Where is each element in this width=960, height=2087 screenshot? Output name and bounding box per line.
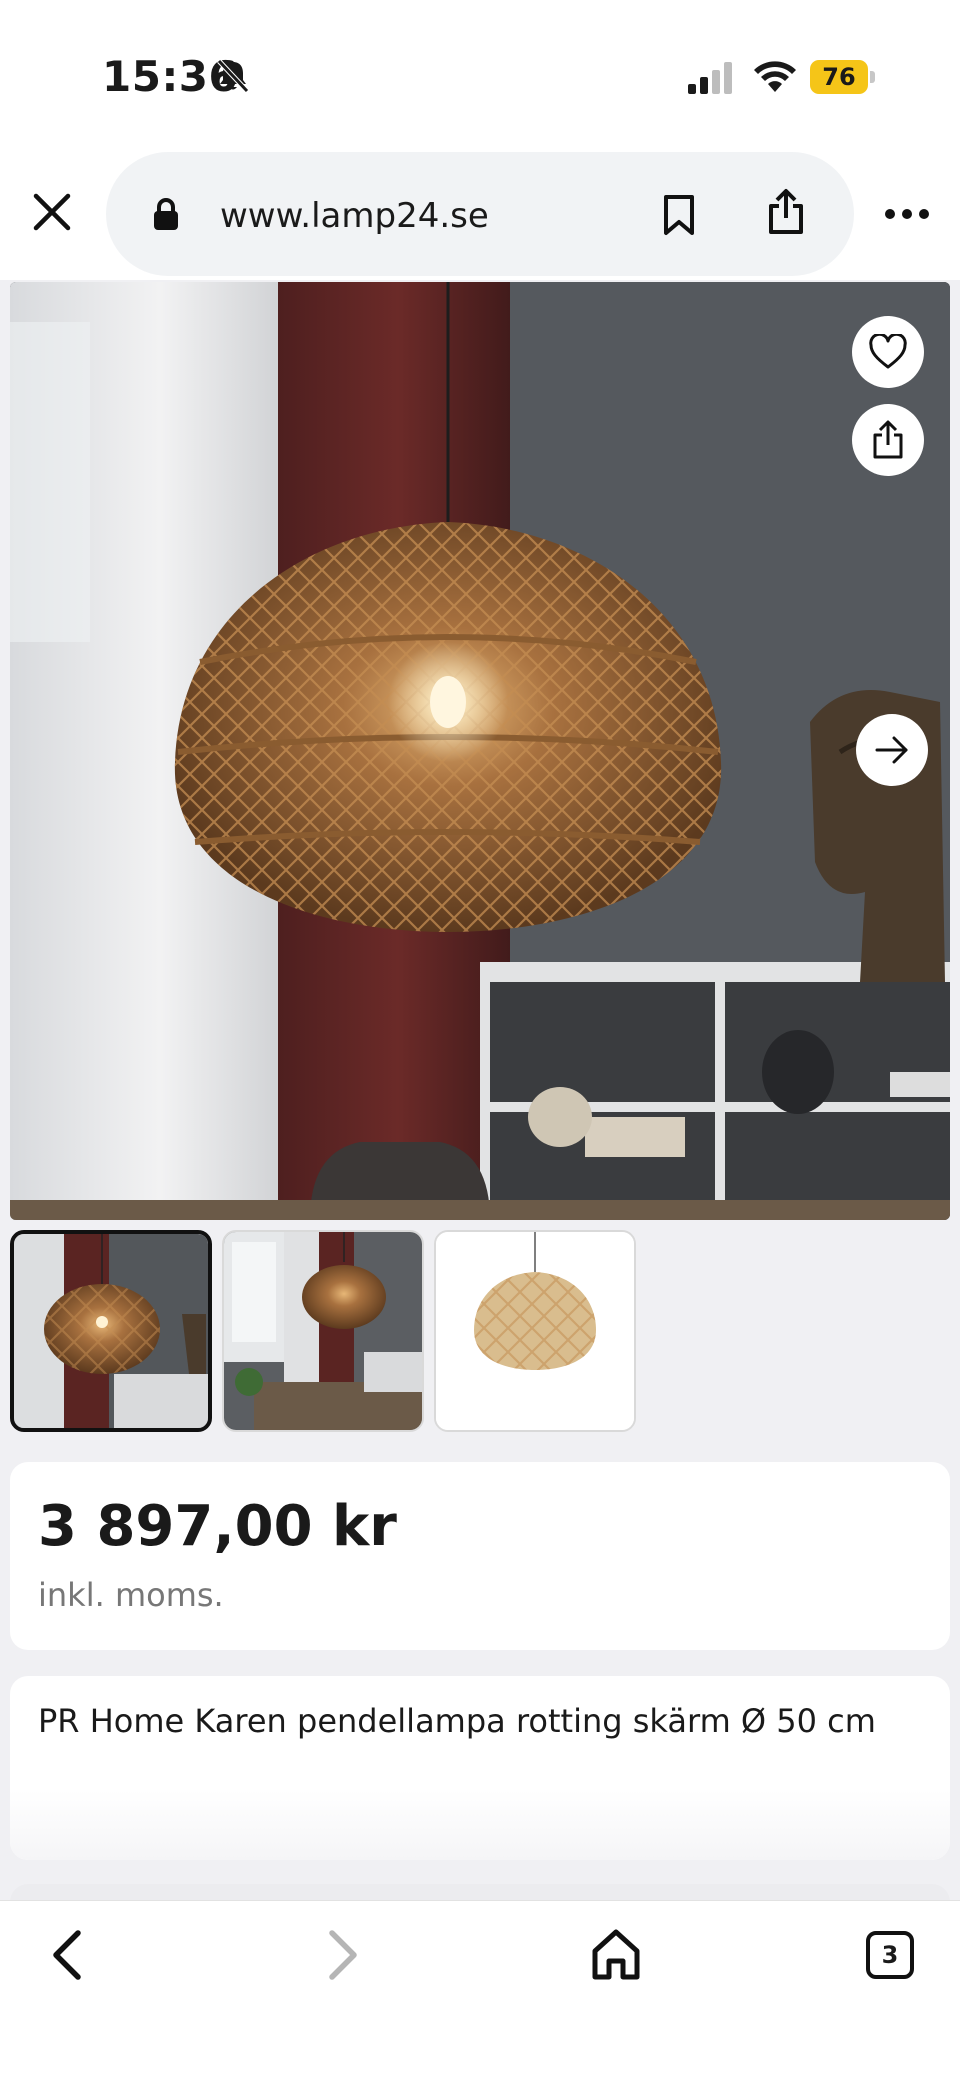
thumbnail-1[interactable] xyxy=(10,1230,212,1432)
browser-toolbar: www.lamp24.se xyxy=(0,150,960,280)
favorite-button[interactable] xyxy=(852,316,924,388)
share-product-button[interactable] xyxy=(852,404,924,476)
product-photo xyxy=(10,282,950,1220)
more-icon[interactable] xyxy=(884,204,930,224)
thumbnail-2[interactable] xyxy=(222,1230,424,1432)
share-icon[interactable] xyxy=(766,188,806,236)
battery-level: 76 xyxy=(810,60,868,94)
product-price: 3 897,00 kr xyxy=(38,1494,397,1559)
product-title-card: PR Home Karen pendellampa rotting skärm … xyxy=(10,1676,950,1860)
thumbnail-1-image xyxy=(14,1234,208,1428)
signal-icon xyxy=(688,62,732,94)
browser-bottom-bar: 3 xyxy=(0,1900,960,2087)
home-icon[interactable] xyxy=(590,1927,642,1981)
product-title: PR Home Karen pendellampa rotting skärm … xyxy=(38,1702,876,1740)
price-card: 3 897,00 kr inkl. moms. xyxy=(10,1462,950,1650)
title-card-fade xyxy=(10,1790,950,1860)
back-icon[interactable] xyxy=(46,1927,90,1983)
product-image-main[interactable] xyxy=(10,282,950,1220)
arrow-right-icon xyxy=(875,736,908,764)
forward-icon[interactable] xyxy=(320,1927,364,1983)
thumbnail-3[interactable] xyxy=(434,1230,636,1432)
next-image-button[interactable] xyxy=(856,714,928,786)
wifi-icon xyxy=(754,61,796,92)
battery-icon: 76 xyxy=(810,60,875,94)
close-icon[interactable] xyxy=(28,188,76,236)
thumbnail-2-image xyxy=(224,1232,422,1430)
thumbnail-3-image xyxy=(436,1232,634,1430)
bookmark-icon[interactable] xyxy=(662,194,696,236)
tabs-icon[interactable]: 3 xyxy=(866,1931,914,1979)
battery-tip xyxy=(870,71,875,83)
lock-icon xyxy=(154,198,178,230)
heart-icon xyxy=(869,334,907,369)
bell-off-icon xyxy=(217,59,249,93)
share-icon xyxy=(873,420,903,459)
vat-note: inkl. moms. xyxy=(38,1576,224,1614)
status-bar: 15:36 76 xyxy=(0,0,960,150)
url-text[interactable]: www.lamp24.se xyxy=(220,196,489,236)
address-bar[interactable]: www.lamp24.se xyxy=(106,152,854,276)
thumbnail-strip xyxy=(10,1230,950,1434)
